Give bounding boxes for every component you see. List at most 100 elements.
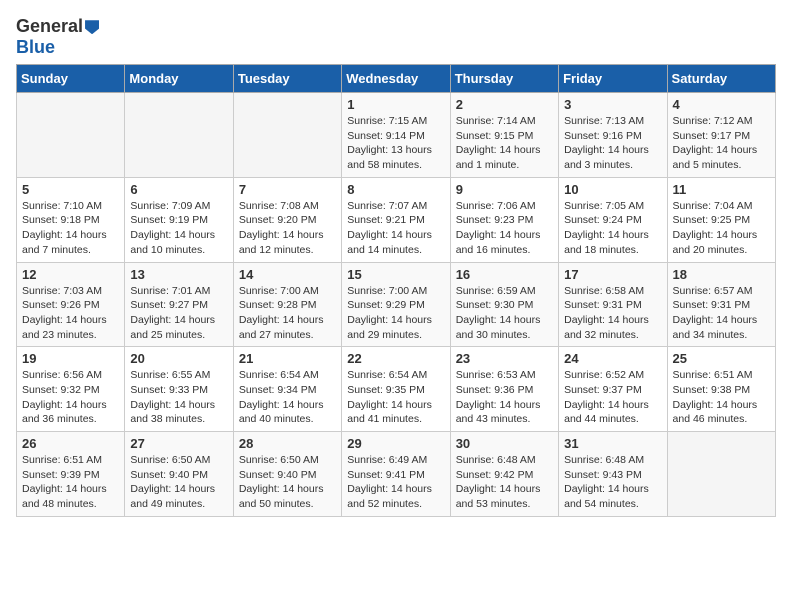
day-number: 24 bbox=[564, 351, 661, 366]
day-number: 19 bbox=[22, 351, 119, 366]
day-info: Sunrise: 7:13 AMSunset: 9:16 PMDaylight:… bbox=[564, 114, 661, 173]
day-info: Sunrise: 6:48 AMSunset: 9:43 PMDaylight:… bbox=[564, 453, 661, 512]
day-info: Sunrise: 7:04 AMSunset: 9:25 PMDaylight:… bbox=[673, 199, 770, 258]
calendar-week-1: 1Sunrise: 7:15 AMSunset: 9:14 PMDaylight… bbox=[17, 93, 776, 178]
day-info: Sunrise: 7:12 AMSunset: 9:17 PMDaylight:… bbox=[673, 114, 770, 173]
day-number: 15 bbox=[347, 267, 444, 282]
day-number: 2 bbox=[456, 97, 553, 112]
calendar-week-4: 19 Sunrise: 6:56 AMSunset: 9:32 PMDayligh… bbox=[17, 347, 776, 432]
calendar-cell bbox=[667, 432, 775, 517]
calendar-cell: 27 Sunrise: 6:50 AMSunset: 9:40 PMDayligh… bbox=[125, 432, 233, 517]
weekday-header-wednesday: Wednesday bbox=[342, 65, 450, 93]
day-number: 16 bbox=[456, 267, 553, 282]
calendar-cell: 16Sunrise: 6:59 AMSunset: 9:30 PMDayligh… bbox=[450, 262, 558, 347]
calendar-cell: 11Sunrise: 7:04 AMSunset: 9:25 PMDayligh… bbox=[667, 177, 775, 262]
calendar-cell: 24 Sunrise: 6:52 AMSunset: 9:37 PMDayligh… bbox=[559, 347, 667, 432]
calendar-cell: 9 Sunrise: 7:06 AMSunset: 9:23 PMDaylight… bbox=[450, 177, 558, 262]
calendar-cell: 2Sunrise: 7:14 AMSunset: 9:15 PMDaylight… bbox=[450, 93, 558, 178]
logo-blue: Blue bbox=[16, 37, 55, 57]
day-info: Sunrise: 7:05 AMSunset: 9:24 PMDaylight:… bbox=[564, 199, 661, 258]
day-number: 26 bbox=[22, 436, 119, 451]
day-number: 29 bbox=[347, 436, 444, 451]
calendar-cell: 8 Sunrise: 7:07 AMSunset: 9:21 PMDaylight… bbox=[342, 177, 450, 262]
day-info: Sunrise: 6:52 AMSunset: 9:37 PMDaylight:… bbox=[564, 368, 661, 427]
calendar-week-2: 5 Sunrise: 7:10 AMSunset: 9:18 PMDaylight… bbox=[17, 177, 776, 262]
day-number: 8 bbox=[347, 182, 444, 197]
day-number: 23 bbox=[456, 351, 553, 366]
weekday-header-monday: Monday bbox=[125, 65, 233, 93]
calendar-cell: 20Sunrise: 6:55 AMSunset: 9:33 PMDayligh… bbox=[125, 347, 233, 432]
day-number: 17 bbox=[564, 267, 661, 282]
calendar-cell: 7 Sunrise: 7:08 AMSunset: 9:20 PMDaylight… bbox=[233, 177, 341, 262]
day-info: Sunrise: 7:00 AMSunset: 9:29 PMDaylight:… bbox=[347, 284, 444, 343]
logo-text: General bbox=[16, 16, 99, 37]
day-number: 3 bbox=[564, 97, 661, 112]
calendar-cell: 26 Sunrise: 6:51 AMSunset: 9:39 PMDayligh… bbox=[17, 432, 125, 517]
day-info: Sunrise: 7:08 AMSunset: 9:20 PMDaylight:… bbox=[239, 199, 336, 258]
day-number: 14 bbox=[239, 267, 336, 282]
day-number: 10 bbox=[564, 182, 661, 197]
calendar-cell: 1Sunrise: 7:15 AMSunset: 9:14 PMDaylight… bbox=[342, 93, 450, 178]
calendar-cell: 10 Sunrise: 7:05 AMSunset: 9:24 PMDayligh… bbox=[559, 177, 667, 262]
calendar-cell: 31 Sunrise: 6:48 AMSunset: 9:43 PMDayligh… bbox=[559, 432, 667, 517]
calendar-cell: 6Sunrise: 7:09 AMSunset: 9:19 PMDaylight… bbox=[125, 177, 233, 262]
day-info: Sunrise: 6:49 AMSunset: 9:41 PMDaylight:… bbox=[347, 453, 444, 512]
calendar-week-3: 12 Sunrise: 7:03 AMSunset: 9:26 PMDayligh… bbox=[17, 262, 776, 347]
calendar-cell bbox=[233, 93, 341, 178]
day-number: 7 bbox=[239, 182, 336, 197]
day-info: Sunrise: 6:50 AMSunset: 9:40 PMDaylight:… bbox=[239, 453, 336, 512]
day-number: 4 bbox=[673, 97, 770, 112]
calendar-table: SundayMondayTuesdayWednesdayThursdayFrid… bbox=[16, 64, 776, 517]
day-number: 31 bbox=[564, 436, 661, 451]
calendar-header-row: SundayMondayTuesdayWednesdayThursdayFrid… bbox=[17, 65, 776, 93]
day-number: 12 bbox=[22, 267, 119, 282]
calendar-cell: 28 Sunrise: 6:50 AMSunset: 9:40 PMDayligh… bbox=[233, 432, 341, 517]
calendar-cell: 15 Sunrise: 7:00 AMSunset: 9:29 PMDayligh… bbox=[342, 262, 450, 347]
logo: General Blue bbox=[16, 16, 99, 58]
day-info: Sunrise: 7:00 AMSunset: 9:28 PMDaylight:… bbox=[239, 284, 336, 343]
day-number: 27 bbox=[130, 436, 227, 451]
calendar-cell: 17 Sunrise: 6:58 AMSunset: 9:31 PMDayligh… bbox=[559, 262, 667, 347]
day-number: 22 bbox=[347, 351, 444, 366]
day-info: Sunrise: 6:57 AMSunset: 9:31 PMDaylight:… bbox=[673, 284, 770, 343]
day-info: Sunrise: 7:07 AMSunset: 9:21 PMDaylight:… bbox=[347, 199, 444, 258]
calendar-cell: 3 Sunrise: 7:13 AMSunset: 9:16 PMDaylight… bbox=[559, 93, 667, 178]
day-info: Sunrise: 6:51 AMSunset: 9:39 PMDaylight:… bbox=[22, 453, 119, 512]
day-number: 5 bbox=[22, 182, 119, 197]
calendar-cell bbox=[125, 93, 233, 178]
calendar-cell: 29 Sunrise: 6:49 AMSunset: 9:41 PMDayligh… bbox=[342, 432, 450, 517]
day-info: Sunrise: 7:01 AMSunset: 9:27 PMDaylight:… bbox=[130, 284, 227, 343]
weekday-header-friday: Friday bbox=[559, 65, 667, 93]
weekday-header-sunday: Sunday bbox=[17, 65, 125, 93]
day-number: 21 bbox=[239, 351, 336, 366]
day-info: Sunrise: 6:56 AMSunset: 9:32 PMDaylight:… bbox=[22, 368, 119, 427]
calendar-cell: 21Sunrise: 6:54 AMSunset: 9:34 PMDayligh… bbox=[233, 347, 341, 432]
calendar-cell: 23Sunrise: 6:53 AMSunset: 9:36 PMDayligh… bbox=[450, 347, 558, 432]
day-info: Sunrise: 7:06 AMSunset: 9:23 PMDaylight:… bbox=[456, 199, 553, 258]
logo-icon bbox=[85, 20, 99, 34]
logo-general: General bbox=[16, 16, 99, 36]
calendar-cell: 30Sunrise: 6:48 AMSunset: 9:42 PMDayligh… bbox=[450, 432, 558, 517]
day-info: Sunrise: 6:58 AMSunset: 9:31 PMDaylight:… bbox=[564, 284, 661, 343]
page-header: General Blue bbox=[16, 16, 776, 58]
day-number: 1 bbox=[347, 97, 444, 112]
calendar-week-5: 26 Sunrise: 6:51 AMSunset: 9:39 PMDayligh… bbox=[17, 432, 776, 517]
calendar-cell: 18 Sunrise: 6:57 AMSunset: 9:31 PMDayligh… bbox=[667, 262, 775, 347]
day-info: Sunrise: 6:48 AMSunset: 9:42 PMDaylight:… bbox=[456, 453, 553, 512]
day-number: 28 bbox=[239, 436, 336, 451]
day-number: 13 bbox=[130, 267, 227, 282]
calendar-cell: 5 Sunrise: 7:10 AMSunset: 9:18 PMDaylight… bbox=[17, 177, 125, 262]
day-info: Sunrise: 7:09 AMSunset: 9:19 PMDaylight:… bbox=[130, 199, 227, 258]
day-number: 25 bbox=[673, 351, 770, 366]
day-info: Sunrise: 6:51 AMSunset: 9:38 PMDaylight:… bbox=[673, 368, 770, 427]
day-number: 9 bbox=[456, 182, 553, 197]
calendar-cell: 19 Sunrise: 6:56 AMSunset: 9:32 PMDayligh… bbox=[17, 347, 125, 432]
calendar-cell: 12 Sunrise: 7:03 AMSunset: 9:26 PMDayligh… bbox=[17, 262, 125, 347]
day-info: Sunrise: 6:50 AMSunset: 9:40 PMDaylight:… bbox=[130, 453, 227, 512]
day-info: Sunrise: 7:10 AMSunset: 9:18 PMDaylight:… bbox=[22, 199, 119, 258]
weekday-header-tuesday: Tuesday bbox=[233, 65, 341, 93]
calendar-cell: 4 Sunrise: 7:12 AMSunset: 9:17 PMDaylight… bbox=[667, 93, 775, 178]
day-info: Sunrise: 7:03 AMSunset: 9:26 PMDaylight:… bbox=[22, 284, 119, 343]
calendar-cell: 14 Sunrise: 7:00 AMSunset: 9:28 PMDayligh… bbox=[233, 262, 341, 347]
day-number: 18 bbox=[673, 267, 770, 282]
